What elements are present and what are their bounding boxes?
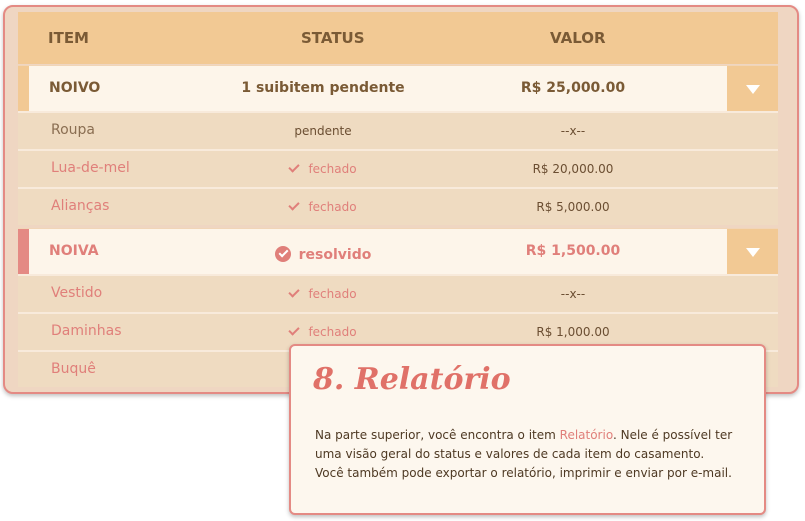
tooltip-text: Na parte superior, você encontra o item [315,428,560,442]
row-name: Daminhas [51,323,122,339]
row-value: --x-- [560,287,586,301]
group-row-noivo[interactable]: NOIVO 1 suibitem pendente R$ 25,000.00 [18,65,778,111]
group-name: NOIVA [49,243,99,259]
report-table: ITEM STATUS VALOR NOIVO 1 suibitem pende… [18,12,778,387]
group-color-bar [18,229,29,274]
row-value: R$ 5,000.00 [536,200,610,214]
row-value: --x-- [560,124,586,138]
table-row[interactable]: Lua-de-mel fechado R$ 20,000.00 [18,149,778,187]
table-row[interactable]: Vestido fechado --x-- [18,274,778,312]
row-name: Alianças [51,198,110,214]
row-status: fechado [168,286,478,301]
row-name: Vestido [51,285,103,301]
group-status: 1 suibitem pendente [241,80,405,96]
column-header-item: ITEM [48,29,89,47]
table-header: ITEM STATUS VALOR [18,12,778,64]
row-status: fechado [168,199,478,214]
row-name: Lua-de-mel [51,160,130,176]
column-header-status: STATUS [301,29,365,47]
row-name: Roupa [51,122,96,138]
tooltip-line-3: Você também pode exportar o relatório, i… [315,466,732,480]
row-value: R$ 1,000.00 [536,325,610,339]
row-name: Buquê [51,361,96,377]
group-row-noiva[interactable]: NOIVA resolvido R$ 1,500.00 [18,228,778,274]
check-circle-icon [274,246,291,262]
check-icon [288,199,301,211]
check-icon [288,161,301,173]
tooltip-line-2: uma visão geral do status e valores de c… [315,447,705,461]
group-color-bar [18,66,29,111]
tooltip-title: 8. Relatório [313,362,511,397]
check-icon [288,324,301,336]
row-status: pendente [294,124,352,138]
group-value: R$ 1,500.00 [525,243,621,259]
tutorial-tooltip: 8. Relatório Na parte superior, você enc… [289,344,766,515]
row-status: fechado [168,324,478,339]
row-value: R$ 20,000.00 [532,162,614,176]
table-row[interactable]: Alianças fechado R$ 5,000.00 [18,187,778,225]
group-value: R$ 25,000.00 [520,80,626,96]
report-panel: ITEM STATUS VALOR NOIVO 1 suibitem pende… [3,5,799,394]
tooltip-highlight: Relatório [559,428,613,442]
tooltip-body: Na parte superior, você encontra o item … [315,426,745,483]
table-row[interactable]: Roupa pendente --x-- [18,111,778,149]
expand-toggle-noiva[interactable] [727,229,778,274]
group-status: resolvido [168,243,478,263]
row-status: fechado [168,161,478,176]
column-header-valor: VALOR [550,29,606,47]
check-icon [288,286,301,298]
tooltip-text: . Nele é possível ter [612,428,733,442]
group-name: NOIVO [49,80,101,96]
expand-toggle-noivo[interactable] [727,66,778,111]
